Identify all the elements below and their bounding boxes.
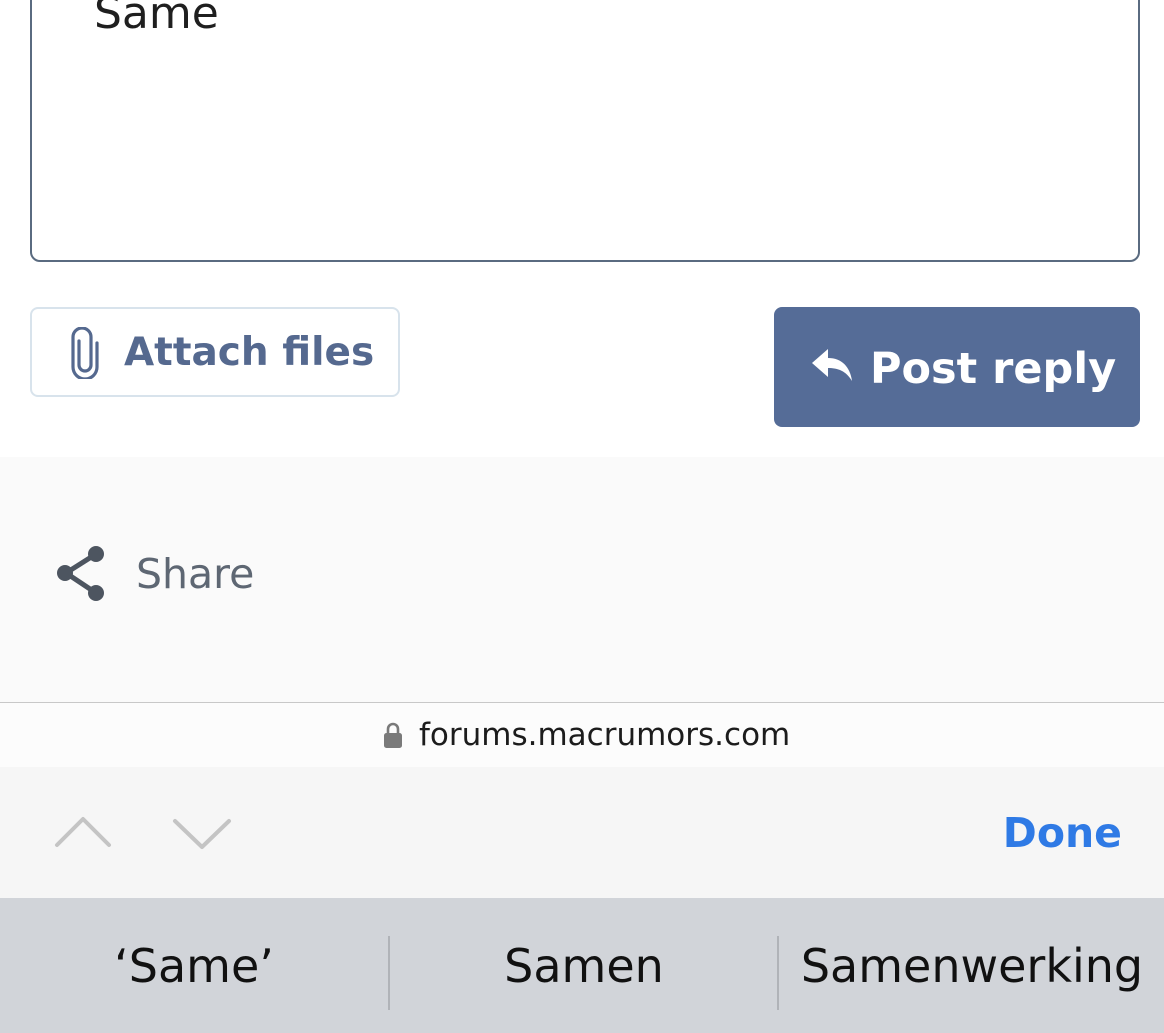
suggestion-item[interactable]: Samenwerking — [780, 898, 1164, 1033]
done-button[interactable]: Done — [1003, 809, 1122, 857]
share-icon[interactable] — [54, 545, 108, 603]
lock-icon — [384, 722, 402, 748]
share-link[interactable]: Share — [136, 550, 254, 598]
page-footer: Share — [0, 457, 1164, 703]
url-text[interactable]: forums.macrumors.com — [419, 716, 790, 754]
editor-text[interactable]: Same — [94, 0, 219, 36]
suggestion-divider — [777, 936, 779, 1010]
attach-files-label: Attach files — [124, 330, 375, 375]
reply-arrow-icon — [812, 349, 852, 381]
url-bar[interactable]: forums.macrumors.com — [0, 702, 1164, 768]
chevron-up-icon[interactable] — [54, 811, 112, 851]
paperclip-icon — [71, 327, 99, 379]
suggestion-item[interactable]: ‘Same’ — [0, 898, 388, 1033]
post-reply-label: Post reply — [870, 344, 1117, 394]
chevron-down-icon[interactable] — [172, 815, 232, 855]
keyboard-accessory-bar: Done — [0, 767, 1164, 898]
post-reply-button[interactable]: Post reply — [774, 307, 1140, 427]
reply-editor[interactable]: Same — [30, 0, 1140, 262]
page: Same Attach files Post reply Share forum… — [0, 0, 1164, 1033]
attach-files-button[interactable]: Attach files — [30, 307, 400, 397]
suggestion-item[interactable]: Samen — [390, 898, 778, 1033]
quicktype-suggestion-bar: ‘Same’ Samen Samenwerking — [0, 898, 1164, 1033]
